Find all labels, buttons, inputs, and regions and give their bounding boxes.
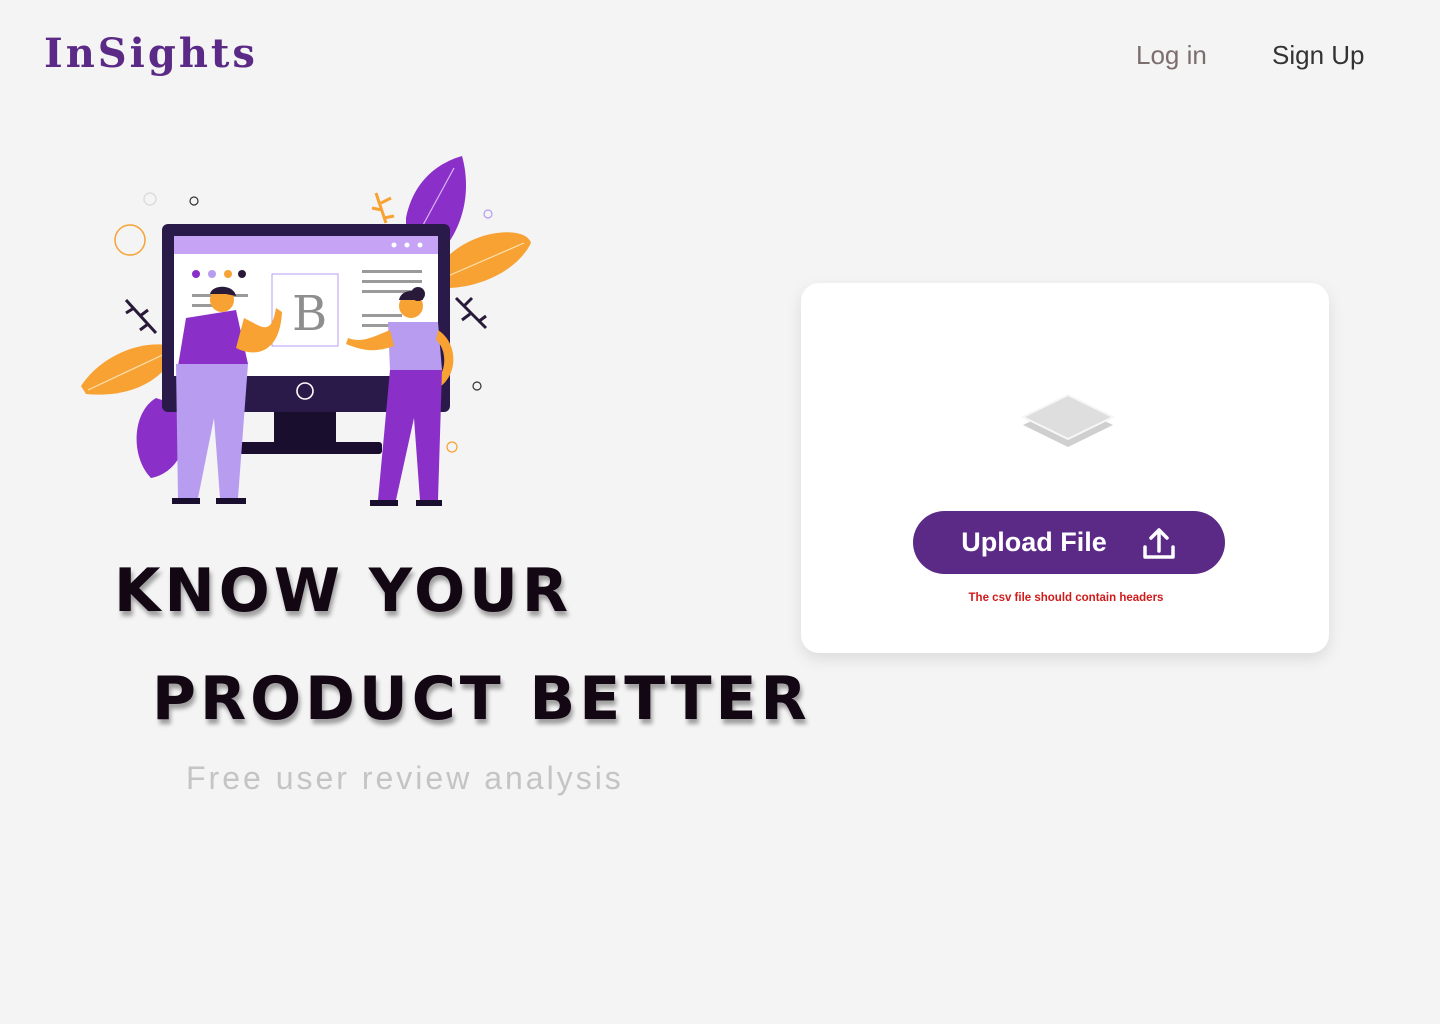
hero-headline-line2: PRODUCT BETTER — [152, 664, 811, 734]
upload-file-button[interactable]: Upload File — [913, 511, 1225, 574]
man-pants — [176, 364, 248, 498]
hero-headline-line1: KNOW YOUR — [114, 556, 573, 626]
upload-card[interactable]: Upload File The csv file should contain … — [801, 283, 1329, 653]
upload-hint: The csv file should contain headers — [968, 592, 1164, 604]
decor-circle — [143, 192, 157, 206]
hero-illustration: B — [81, 156, 531, 506]
upload-button-label: Upload File — [961, 527, 1107, 557]
orange-leaf — [446, 232, 531, 288]
decor-circle — [472, 381, 482, 391]
signup-link[interactable]: Sign Up — [1272, 40, 1365, 71]
woman-shirt — [388, 322, 442, 370]
monitor-stand — [274, 412, 336, 442]
login-link[interactable]: Log in — [1136, 40, 1207, 71]
brand-logo[interactable]: InSights — [44, 30, 258, 77]
decor-circle — [446, 441, 458, 453]
orange-twig — [371, 192, 395, 224]
upload-arrow-icon — [1143, 527, 1175, 559]
hero-subtitle: Free user review analysis — [186, 760, 624, 796]
illustration-letter: B — [292, 286, 327, 342]
decor-circle — [483, 209, 493, 219]
decor-circle — [189, 196, 199, 206]
layers-icon — [1021, 393, 1115, 447]
man-shirt — [178, 310, 248, 366]
dark-twig — [124, 298, 158, 335]
dark-twig — [454, 296, 488, 330]
decor-circle — [114, 224, 146, 256]
